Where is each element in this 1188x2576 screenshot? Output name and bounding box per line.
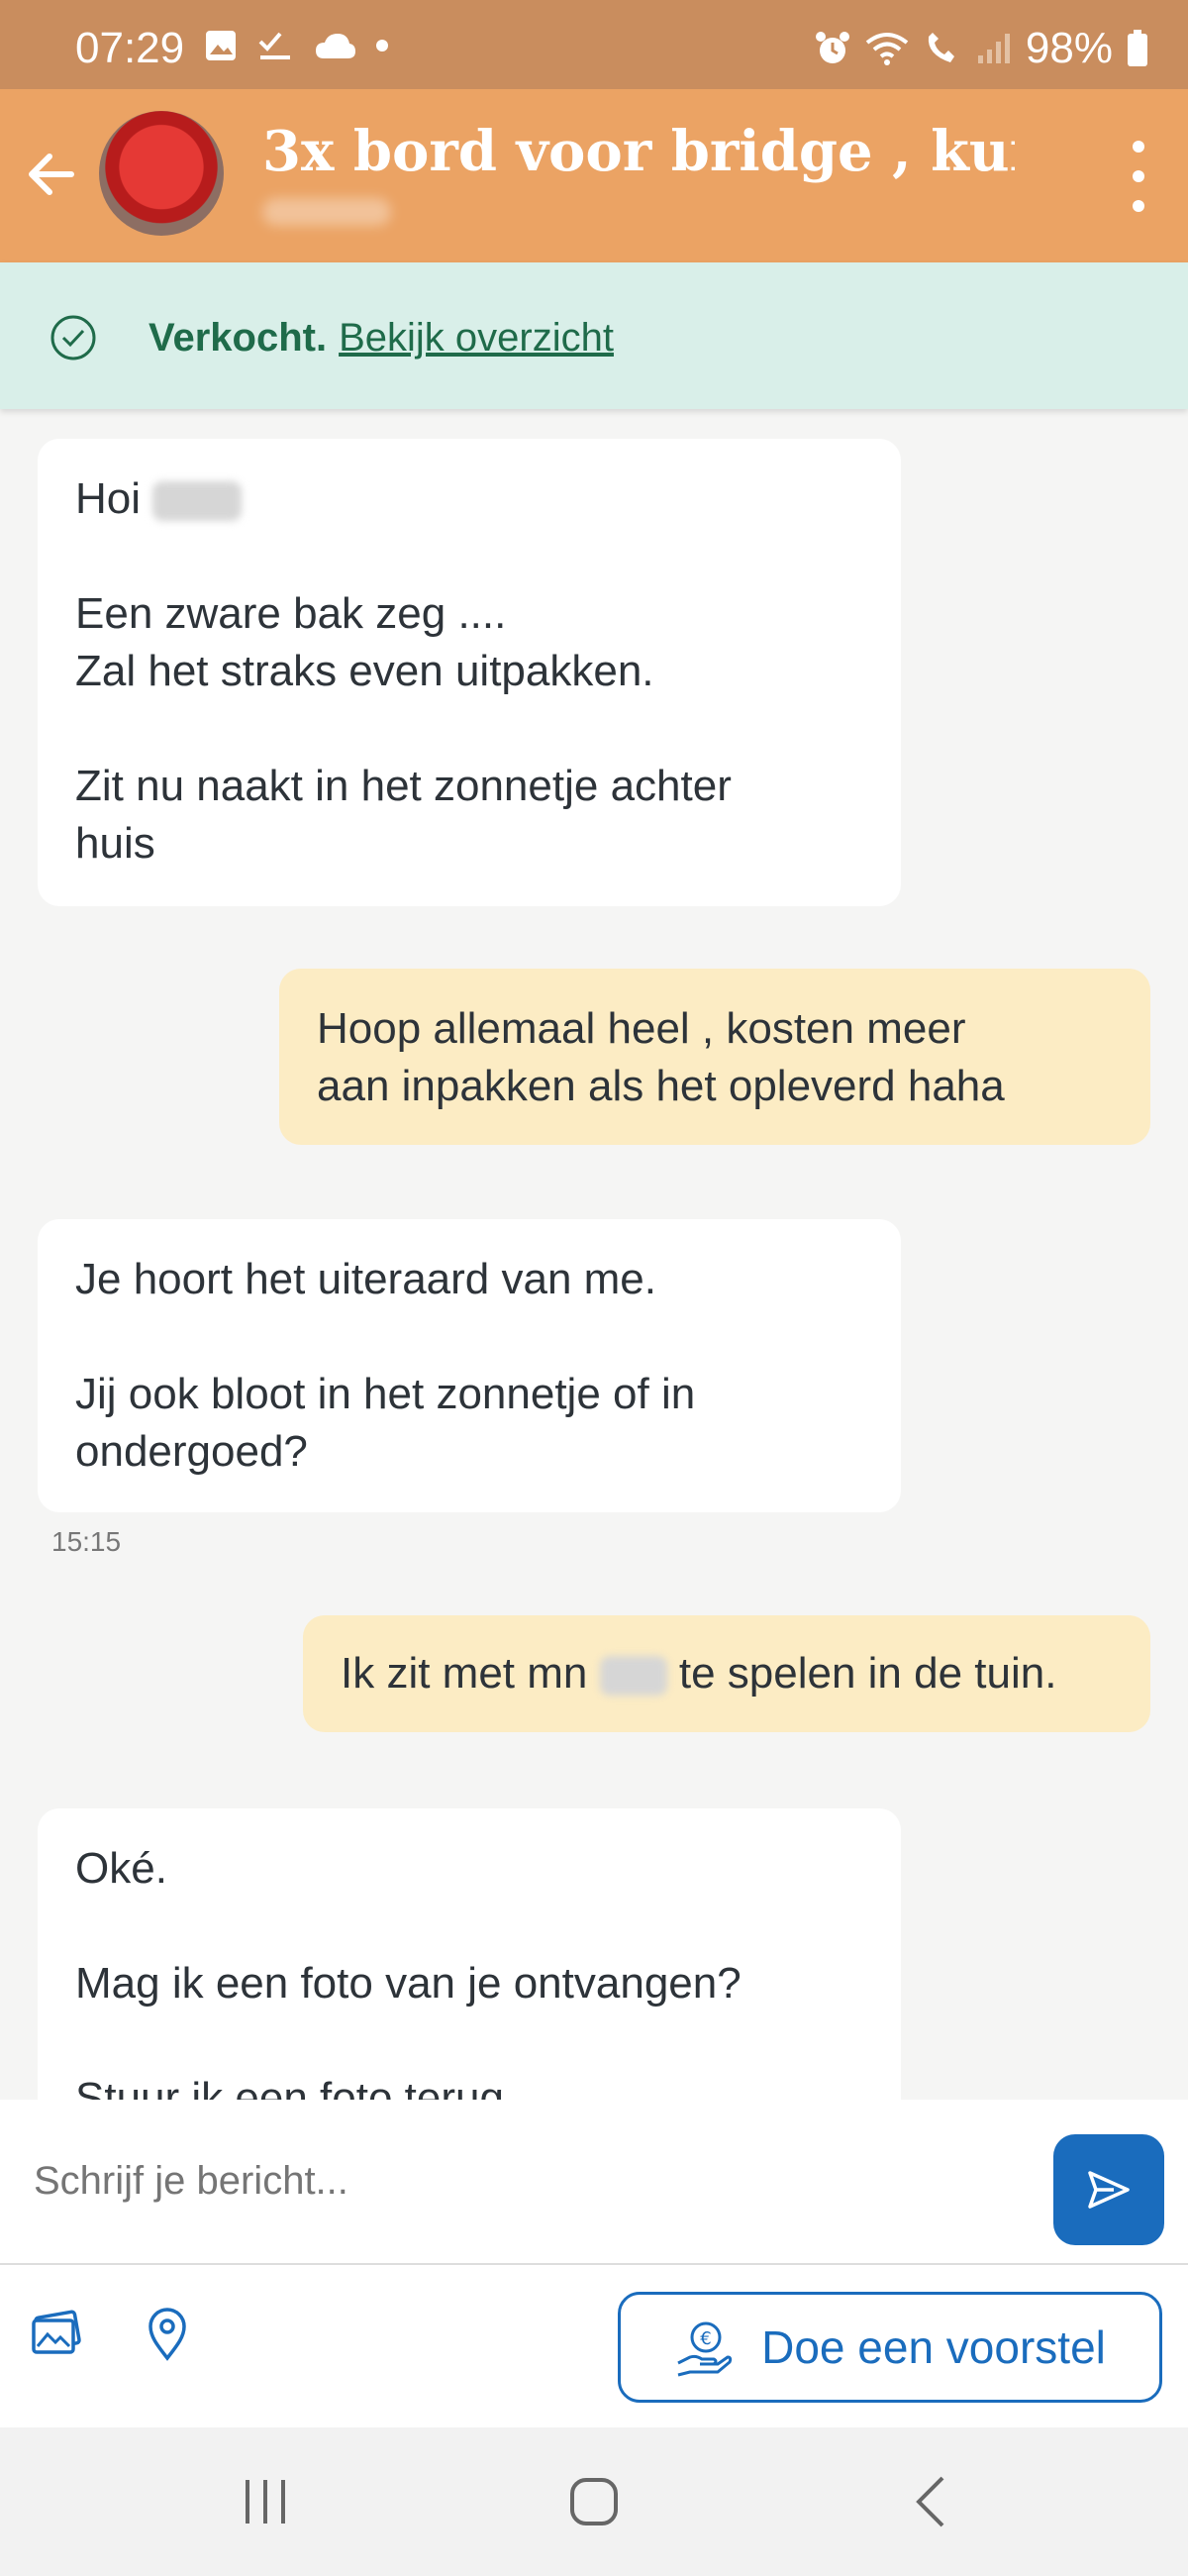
message-line: Mag ik een foto van je ontvangen? bbox=[75, 1959, 742, 2008]
back-icon[interactable] bbox=[903, 2472, 962, 2531]
message-line: Hoi bbox=[75, 470, 863, 528]
message-line: Stuur ik een foto terug bbox=[75, 2074, 504, 2100]
message-incoming: Hoi Een zware bak zeg .... Zal het strak… bbox=[38, 439, 901, 906]
message-line: Je hoort het uiteraard van me. bbox=[75, 1255, 656, 1303]
chat-area[interactable]: Hoi Een zware bak zeg .... Zal het strak… bbox=[0, 409, 1188, 2100]
blurred-name bbox=[152, 481, 243, 522]
checklist-icon bbox=[258, 32, 290, 59]
dot-icon bbox=[376, 40, 388, 52]
sold-text: Verkocht. Bekijk overzicht bbox=[148, 316, 614, 361]
battery-icon bbox=[1128, 30, 1147, 66]
alarm-icon bbox=[815, 32, 849, 63]
cloud-icon bbox=[316, 34, 355, 58]
system-icons: 98% bbox=[814, 24, 1148, 73]
message-line: Zal het straks even uitpakken. bbox=[75, 647, 654, 695]
message-line: Oké. bbox=[75, 1844, 167, 1893]
check-circle-icon bbox=[50, 315, 96, 361]
send-button[interactable] bbox=[1053, 2134, 1164, 2245]
blurred-word bbox=[599, 1656, 667, 1697]
app-bar: 3x bord voor bridge , kun... bbox=[0, 89, 1188, 262]
message-timestamp: 15:15 bbox=[51, 1526, 122, 1557]
message-incoming: Oké. Mag ik een foto van je ontvangen? S… bbox=[38, 1808, 901, 2100]
bottom-toolbar: € Doe een voorstel bbox=[0, 2265, 1188, 2427]
wifi-icon bbox=[865, 33, 909, 65]
message-outgoing: Hoop allemaal heel , kosten meer aan inp… bbox=[279, 969, 1150, 1145]
make-offer-button[interactable]: € Doe een voorstel bbox=[618, 2292, 1162, 2403]
message-line: Een zware bak zeg .... bbox=[75, 589, 507, 638]
wifi-call-icon bbox=[928, 33, 954, 62]
message-input[interactable] bbox=[32, 2135, 1026, 2226]
euro-hand-icon: € bbox=[677, 2321, 733, 2377]
signal-icon bbox=[977, 34, 1010, 63]
location-pin-icon[interactable] bbox=[139, 2305, 196, 2362]
sold-status: Verkocht. bbox=[148, 316, 328, 360]
message-line: Hoop allemaal heel , kosten meer bbox=[317, 1004, 966, 1053]
message-line: Jij ook bloot in het zonnetje of in bbox=[75, 1370, 696, 1418]
message-line: huis bbox=[75, 819, 155, 868]
listing-avatar[interactable] bbox=[99, 111, 224, 236]
system-nav-bar bbox=[0, 2427, 1188, 2576]
recent-apps-icon[interactable] bbox=[236, 2472, 295, 2531]
more-options-icon[interactable] bbox=[1129, 141, 1148, 212]
send-icon bbox=[1088, 2171, 1130, 2209]
message-line: Zit nu naakt in het zonnetje achter bbox=[75, 762, 732, 810]
home-icon[interactable] bbox=[564, 2472, 624, 2531]
message-composer bbox=[0, 2100, 1188, 2265]
make-offer-label: Doe een voorstel bbox=[761, 2321, 1106, 2373]
notification-icons bbox=[203, 28, 389, 63]
message-outgoing: Ik zit met mn te spelen in de tuin. bbox=[303, 1615, 1150, 1732]
back-arrow-icon[interactable] bbox=[22, 145, 81, 204]
svg-text:€: € bbox=[700, 2328, 711, 2349]
message-incoming: Je hoort het uiteraard van me. Jij ook b… bbox=[38, 1219, 901, 1512]
status-time: 07:29 bbox=[75, 24, 185, 72]
message-line: aan inpakken als het opleverd haha bbox=[317, 1062, 1005, 1110]
photo-gallery-icon[interactable] bbox=[28, 2305, 85, 2362]
conversation-title[interactable]: 3x bord voor bridge , kun... bbox=[262, 119, 1015, 184]
status-bar: 07:29 98% bbox=[0, 0, 1188, 89]
battery-percent: 98% bbox=[1025, 24, 1113, 72]
gallery-icon bbox=[206, 31, 236, 60]
message-line: ondergoed? bbox=[75, 1427, 308, 1476]
blurred-username bbox=[262, 198, 391, 226]
overview-link[interactable]: Bekijk overzicht bbox=[339, 316, 614, 360]
sold-banner: Verkocht. Bekijk overzicht bbox=[0, 262, 1188, 409]
